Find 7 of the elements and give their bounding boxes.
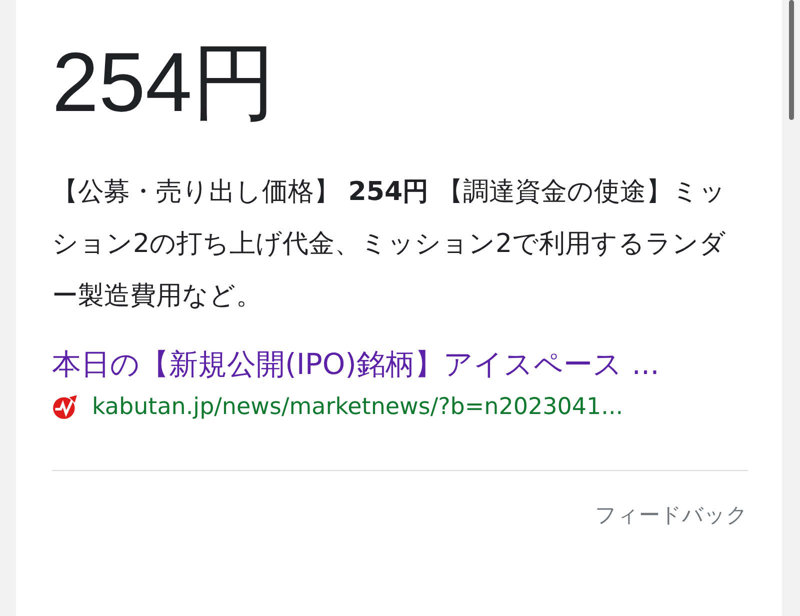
price-text: 254円 <box>52 36 278 128</box>
scrollbar[interactable] <box>789 0 794 120</box>
result-link[interactable]: 本日の【新規公開(IPO)銘柄】アイスペース ... <box>52 342 732 386</box>
feedback-link[interactable]: フィードバック <box>595 501 748 530</box>
snippet-text: 【公募・売り出し価格】 254円 【調達資金の使途】ミッション2の打ち上げ代金、ミッション2で利用するランダー製造費用など。 <box>52 176 728 314</box>
site-logo-icon <box>52 394 78 420</box>
result-url[interactable]: kabutan.jp/news/marketnews/?b=n2023041... <box>92 394 624 420</box>
